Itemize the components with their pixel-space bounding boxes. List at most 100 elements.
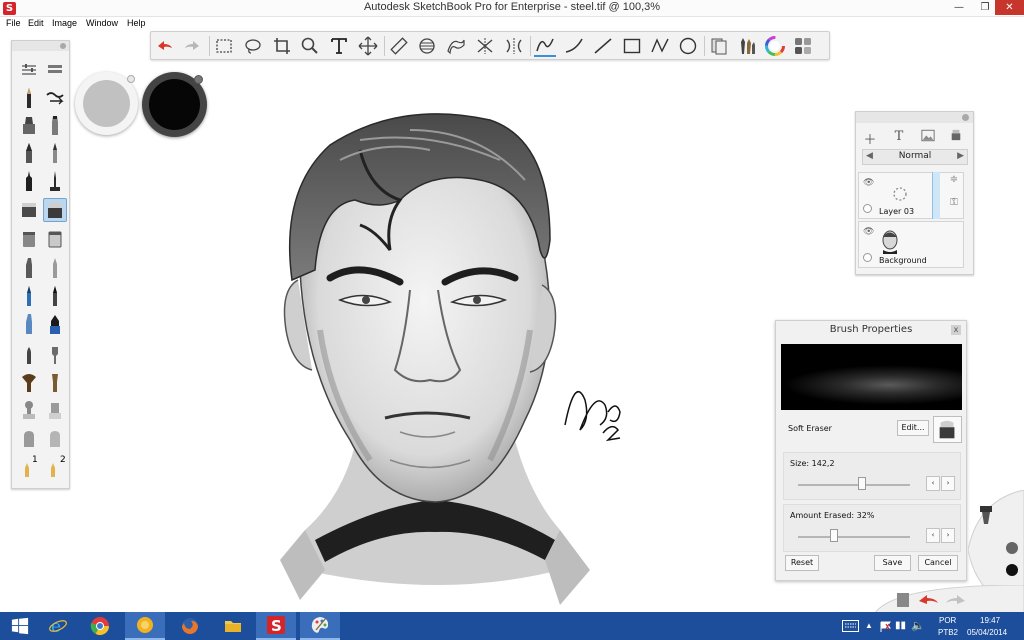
file-explorer-icon[interactable] xyxy=(213,612,253,640)
active-color-swatch[interactable] xyxy=(83,80,130,127)
chrome-icon[interactable] xyxy=(80,612,120,640)
action-center-flag-icon[interactable] xyxy=(880,621,892,632)
layer-select-radio[interactable] xyxy=(863,253,872,262)
add-image-layer-icon[interactable] xyxy=(919,129,937,145)
layers-lagoon-icon[interactable] xyxy=(897,593,909,607)
cancel-button[interactable]: Cancel xyxy=(918,555,958,571)
glove-brush-icon[interactable] xyxy=(18,427,40,449)
photo-viewer-icon[interactable] xyxy=(125,612,165,640)
blend-next-icon[interactable]: ▶ xyxy=(957,151,964,161)
dark-pencil-icon[interactable] xyxy=(44,285,66,307)
stamp-icon[interactable] xyxy=(18,399,40,421)
ellipse-guide-icon[interactable] xyxy=(416,35,438,57)
straight-line-icon[interactable] xyxy=(592,35,614,57)
eye-icon[interactable]: 👁 xyxy=(863,227,874,237)
size-slider-track[interactable] xyxy=(798,484,910,486)
language-indicator[interactable]: POR xyxy=(939,616,956,625)
hard-eraser-icon[interactable] xyxy=(18,199,40,221)
amount-increase-button[interactable]: › xyxy=(941,528,955,543)
symmetry-y-icon[interactable] xyxy=(503,35,525,57)
ink-pen-icon[interactable] xyxy=(18,142,40,164)
undo-icon[interactable] xyxy=(154,35,176,57)
airbrush-icon[interactable] xyxy=(18,114,40,136)
opacity-puck-icon[interactable] xyxy=(1006,564,1018,576)
keyboard-layout-indicator[interactable]: PTB2 xyxy=(938,628,958,637)
palette-close-icon[interactable] xyxy=(60,43,66,49)
clock-date[interactable]: 05/04/2014 xyxy=(967,628,1007,637)
firefox-icon[interactable] xyxy=(170,612,210,640)
fan-brush-icon[interactable] xyxy=(18,371,40,393)
paint-bucket-icon[interactable] xyxy=(18,227,40,249)
clock-time[interactable]: 19:47 xyxy=(980,616,1000,625)
menu-help[interactable]: Help xyxy=(127,18,146,28)
crop-icon[interactable] xyxy=(271,35,293,57)
curve-icon[interactable] xyxy=(563,35,585,57)
keyboard-icon[interactable] xyxy=(842,620,859,632)
clear-layer-icon[interactable] xyxy=(947,129,965,145)
transform-icon[interactable] xyxy=(357,35,379,57)
flat-brush-icon[interactable] xyxy=(44,343,66,365)
brush-settings-icon[interactable] xyxy=(18,58,40,80)
color-puck-gray[interactable] xyxy=(75,72,138,135)
flood-fill-icon[interactable] xyxy=(44,227,66,249)
edit-brush-button[interactable]: Edit... xyxy=(897,420,929,436)
polyline-icon[interactable] xyxy=(649,35,671,57)
brush-size-puck-icon[interactable] xyxy=(1006,542,1018,554)
minimize-button[interactable]: — xyxy=(946,0,972,15)
layer-row[interactable]: 👁 Background xyxy=(858,221,964,268)
volume-icon[interactable]: 🔈 xyxy=(911,619,925,632)
blender-brush-icon[interactable] xyxy=(44,427,66,449)
rectangle-icon[interactable] xyxy=(621,35,643,57)
redo-icon[interactable] xyxy=(181,35,203,57)
brushes-icon[interactable] xyxy=(736,35,758,57)
technical-pen-icon[interactable] xyxy=(44,170,66,192)
tray-overflow-icon[interactable]: ▲ xyxy=(865,621,873,630)
color-wheel-icon[interactable] xyxy=(764,35,786,57)
save-button[interactable]: Save xyxy=(874,555,911,571)
size-decrease-button[interactable]: ‹ xyxy=(926,476,940,491)
round-brush-icon[interactable] xyxy=(18,343,40,365)
network-icon[interactable]: ▮▮ xyxy=(895,620,906,631)
brush-properties-close-button[interactable]: x xyxy=(951,325,961,335)
amount-slider-track[interactable] xyxy=(798,536,910,538)
texture-stamp-icon[interactable] xyxy=(44,399,66,421)
ink-brush-icon[interactable] xyxy=(44,313,66,335)
layer-select-radio[interactable] xyxy=(863,204,872,213)
ellipse-icon[interactable] xyxy=(677,35,699,57)
eye-icon[interactable]: 👁 xyxy=(863,178,874,188)
layer-panel-drag-handle[interactable] xyxy=(856,112,973,123)
reset-button[interactable]: Reset xyxy=(785,555,819,571)
swatches-icon[interactable] xyxy=(792,35,814,57)
freehand-line-icon[interactable] xyxy=(534,35,556,57)
windows-start-icon[interactable] xyxy=(0,612,40,640)
internet-explorer-icon[interactable]: e xyxy=(38,612,78,640)
color-puck-black[interactable] xyxy=(142,72,207,137)
menu-window[interactable]: Window xyxy=(86,18,118,28)
close-window-button[interactable]: ✕ xyxy=(995,0,1024,15)
menu-image[interactable]: Image xyxy=(52,18,77,28)
menu-edit[interactable]: Edit xyxy=(28,18,44,28)
chisel-marker-icon[interactable] xyxy=(18,257,40,279)
puck-knob-icon[interactable] xyxy=(127,75,135,83)
add-layer-icon[interactable]: ＋ xyxy=(861,129,879,148)
blue-pencil-icon[interactable] xyxy=(18,285,40,307)
symmetry-x-icon[interactable] xyxy=(474,35,496,57)
amount-slider-thumb[interactable] xyxy=(829,529,838,542)
layer-lock-icon[interactable]: ⚿ xyxy=(942,197,966,219)
blend-mode-selector[interactable]: ◀ Normal ▶ xyxy=(862,149,968,165)
soft-eraser-icon[interactable] xyxy=(43,198,67,222)
ruler-icon[interactable] xyxy=(388,35,410,57)
size-slider-thumb[interactable] xyxy=(857,477,866,490)
lasso-select-icon[interactable] xyxy=(242,35,264,57)
felt-marker-icon[interactable] xyxy=(44,257,66,279)
menu-file[interactable]: File xyxy=(6,18,21,28)
brush-icon-button[interactable] xyxy=(933,416,962,443)
text-icon[interactable] xyxy=(328,35,350,57)
marker-brush-icon[interactable] xyxy=(44,114,66,136)
add-text-layer-icon[interactable]: T xyxy=(890,129,908,145)
rect-select-icon[interactable] xyxy=(213,35,235,57)
smudge-brush-icon[interactable] xyxy=(44,87,66,109)
sketchbook-icon[interactable]: S xyxy=(256,612,296,640)
pencil-brush-icon[interactable] xyxy=(18,87,40,109)
size-increase-button[interactable]: › xyxy=(941,476,955,491)
